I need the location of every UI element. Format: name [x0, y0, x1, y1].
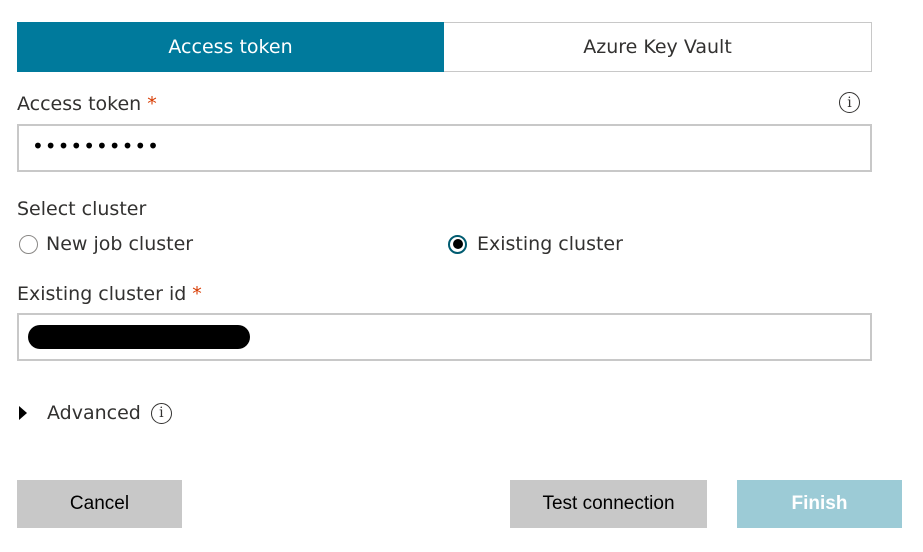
radio-new-job-cluster-label: New job cluster — [46, 233, 194, 255]
tab-access-token[interactable]: Access token — [17, 22, 444, 72]
required-marker: * — [192, 283, 202, 305]
caret-right-icon[interactable] — [19, 406, 27, 420]
existing-cluster-id-label-text: Existing cluster id — [17, 283, 187, 305]
access-token-value: •••••••••• — [32, 134, 160, 158]
info-icon[interactable]: i — [150, 402, 172, 424]
tab-azure-key-vault-label: Azure Key Vault — [583, 36, 732, 58]
existing-cluster-id-label: Existing cluster id * — [17, 283, 202, 305]
required-marker: * — [147, 93, 157, 115]
tab-access-token-label: Access token — [168, 36, 293, 58]
info-icon[interactable]: i — [839, 92, 860, 113]
access-token-label: Access token * — [17, 93, 157, 115]
radio-existing-cluster[interactable]: Existing cluster — [448, 233, 623, 255]
select-cluster-label: Select cluster — [17, 198, 147, 220]
access-token-label-text: Access token — [17, 93, 142, 115]
auth-type-tabs: Access token Azure Key Vault — [17, 22, 872, 72]
access-token-input[interactable]: •••••••••• — [17, 124, 872, 172]
advanced-expander[interactable]: Advanced i — [19, 402, 172, 424]
tab-azure-key-vault[interactable]: Azure Key Vault — [444, 23, 871, 71]
radio-new-job-cluster[interactable]: New job cluster — [19, 233, 193, 255]
test-connection-button[interactable]: Test connection — [510, 480, 707, 528]
radio-checked-icon[interactable] — [448, 234, 467, 254]
finish-button[interactable]: Finish — [737, 480, 902, 528]
radio-unchecked-icon[interactable] — [19, 234, 38, 254]
redaction-mark — [28, 325, 250, 349]
cancel-button[interactable]: Cancel — [17, 480, 182, 528]
radio-existing-cluster-label: Existing cluster — [477, 233, 623, 255]
existing-cluster-id-input[interactable] — [17, 313, 872, 361]
advanced-label: Advanced — [47, 402, 141, 424]
